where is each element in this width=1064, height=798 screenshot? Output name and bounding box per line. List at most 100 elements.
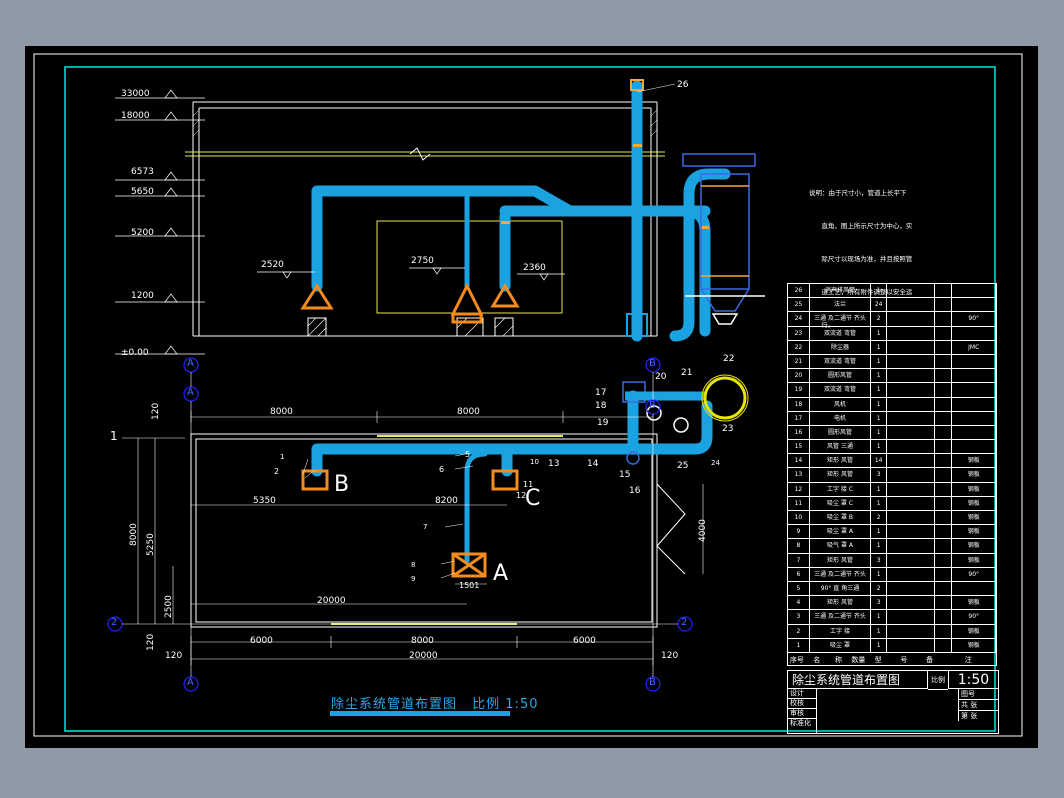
parts-table-cell	[887, 638, 935, 652]
callout-15: 15	[619, 470, 631, 480]
dim-inner-total: 20000	[317, 596, 346, 606]
section-dim-2750: 2750	[411, 256, 434, 266]
parts-table-row: 4 矩形 风管 3 钢板	[787, 595, 997, 610]
parts-table-cell: 24	[788, 312, 810, 326]
callout-22: 22	[723, 354, 735, 364]
callout-8: 8	[411, 561, 416, 569]
parts-table-header-cell: 数量	[851, 655, 866, 664]
parts-table-cell: 吸尘 罩 B	[810, 511, 872, 525]
parts-table-cell	[935, 354, 953, 369]
parts-table-cell: 矩形 风管	[810, 468, 872, 482]
callout-6: 6	[439, 465, 445, 474]
parts-table-cell: 1	[871, 397, 888, 411]
parts-table-cell: 1	[871, 525, 888, 539]
parts-table-row: 19 双流道 弯管 1	[787, 382, 997, 397]
parts-table-row: 25 法兰 24	[787, 297, 997, 312]
callout-19: 19	[597, 418, 609, 428]
parts-table-cell	[887, 468, 935, 482]
axis-b-plan-top: B	[649, 400, 656, 411]
dim-vert-bottom: 120	[146, 633, 156, 651]
parts-table: 26 消声排风筒 1 25 法兰 24 24 三通 及二通节 齐头 2 90° 23 双流道 弯管 1 2…	[787, 283, 997, 666]
parts-table-cell: 三通 及二通节 齐头	[810, 567, 872, 581]
parts-table-cell	[887, 425, 935, 440]
callout-7: 7	[423, 523, 428, 531]
parts-table-row: 12 工字 接 C 1 钢板	[787, 481, 997, 496]
elevation-zero: ±0.00	[121, 348, 149, 358]
parts-table-cell: 2	[871, 312, 888, 326]
parts-table-cell: 矩形 风管	[810, 596, 872, 610]
elevation-5650: 5650	[131, 187, 154, 197]
title-block-body	[816, 689, 958, 733]
parts-table-cell: 吸尘 罩 C	[810, 496, 872, 510]
title-block-row: 第 张	[961, 712, 978, 720]
parts-table-cell: 24	[871, 298, 888, 312]
dim-bottom-left: 6000	[250, 636, 273, 646]
parts-table-cell	[952, 397, 997, 411]
drawing-scale-text: 比例 1:50	[472, 697, 539, 712]
section-ducts	[311, 80, 731, 342]
parts-table-cell: 钢板	[952, 638, 997, 652]
parts-table-cell: 10	[788, 511, 810, 525]
dim-vert-total: 8000	[129, 523, 139, 546]
parts-table-cell	[887, 284, 935, 298]
parts-table-cell	[935, 553, 953, 567]
parts-table-cell	[935, 468, 953, 482]
parts-table-cell: 1	[871, 326, 888, 340]
parts-table-cell: 钢板	[952, 511, 997, 525]
parts-table-cell	[935, 383, 953, 397]
parts-table-cell: 钢板	[952, 553, 997, 567]
parts-table-row: 21 双流道 弯管 1	[787, 353, 997, 369]
parts-table-cell	[887, 496, 935, 510]
callout-23: 23	[722, 424, 734, 434]
parts-table-cell: 1	[871, 440, 888, 454]
parts-table-cell: 1	[871, 340, 888, 354]
parts-table-cell: 1	[871, 369, 888, 383]
axis-1-left: 1	[110, 429, 118, 443]
parts-table-cell	[935, 326, 953, 340]
parts-table-cell	[887, 596, 935, 610]
dim-mid-right: 8200	[435, 496, 458, 506]
parts-table-cell: 6	[788, 567, 810, 581]
dim-door-width: 4000	[698, 519, 708, 542]
plan-ducts	[311, 390, 713, 564]
parts-table-cell: 三通 及二通节 齐头	[810, 610, 872, 624]
parts-table-cell	[887, 397, 935, 411]
parts-table-cell	[887, 340, 935, 354]
parts-table-row: 18 风机 1	[787, 396, 997, 411]
parts-table-cell: 14	[788, 454, 810, 468]
title-block-row: 共 张	[959, 700, 999, 711]
callout-9: 9	[411, 575, 416, 583]
parts-table-row: 14 矩形 风管 14 钢板	[787, 453, 997, 468]
dim-hood-width: 1501	[459, 581, 480, 590]
parts-table-cell: 1	[871, 539, 888, 553]
dim-mid-left: 5350	[253, 496, 276, 506]
parts-table-cell: 2	[871, 581, 888, 596]
dim-top-right: 8000	[457, 407, 480, 417]
parts-table-cell	[935, 596, 953, 610]
parts-table-cell: 双流道 弯管	[810, 383, 872, 397]
parts-table-cell: 钢板	[952, 539, 997, 553]
callout-11: 11	[523, 480, 534, 489]
parts-table-cell	[935, 440, 953, 454]
parts-table-cell: 双流道 弯管	[810, 326, 872, 340]
callout-13: 13	[548, 459, 560, 469]
parts-table-cell: 15	[788, 440, 810, 454]
parts-table-cell: 电机	[810, 411, 872, 425]
parts-table-cell	[935, 610, 953, 624]
title-block-name: 除尘系统管道布置图	[788, 671, 928, 689]
parts-table-cell	[887, 298, 935, 312]
callout-5: 5	[465, 450, 471, 459]
drawing-title: 除尘系统管道布置图 比例 1:50	[331, 693, 538, 712]
parts-table-cell	[935, 411, 953, 425]
parts-table-row: 22 除尘器 1 JMC	[787, 339, 997, 354]
parts-table-cell: 风管 三通	[810, 440, 872, 454]
title-block-scale: 1:50	[948, 671, 998, 689]
parts-table-cell: 钢板	[952, 596, 997, 610]
parts-table-cell: 吸气 罩 A	[810, 539, 872, 553]
axis-b-section: B	[649, 358, 656, 369]
parts-table-cell	[887, 411, 935, 425]
parts-table-cell: 19	[788, 383, 810, 397]
parts-table-cell: 1	[871, 383, 888, 397]
parts-table-row: 6 三通 及二通节 齐头 1 90°	[787, 566, 997, 581]
hood-label-a: A	[493, 561, 509, 586]
